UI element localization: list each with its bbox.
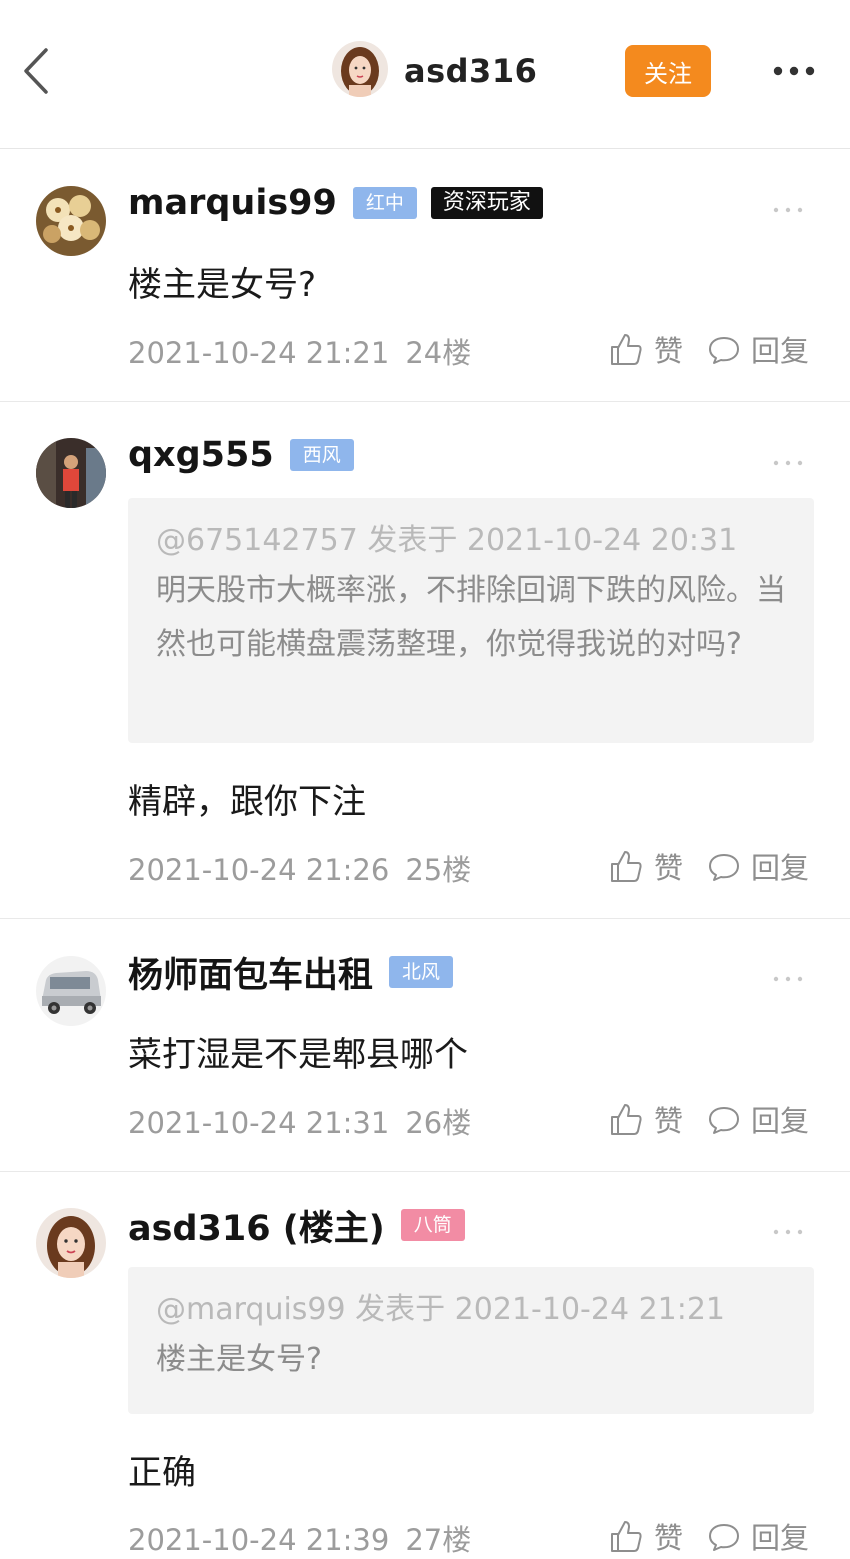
like-label: 赞 [654, 1104, 684, 1138]
floor-number: 25楼 [405, 853, 472, 887]
like-button[interactable]: 赞 [608, 328, 683, 370]
quote-header: @675142757 发表于 2021-10-24 20:31 [156, 523, 738, 558]
reply-post: marquis99 红中 资深玩家 楼主是女号? 2021-10-24 21:2… [0, 149, 850, 402]
reply-button[interactable]: 回复 [707, 1098, 809, 1140]
post-more-icon[interactable] [772, 1222, 804, 1235]
like-label: 赞 [654, 334, 684, 368]
author-name[interactable]: asd316 [404, 52, 537, 90]
more-options-icon[interactable] [766, 58, 822, 84]
thumbs-up-icon [611, 1521, 642, 1552]
quoted-post[interactable]: @675142757 发表于 2021-10-24 20:31 明天股市大概率涨… [128, 498, 814, 743]
reply-post: qxg555 西风 @675142757 发表于 2021-10-24 20:3… [0, 402, 850, 919]
like-label: 赞 [654, 851, 684, 885]
quote-header: @marquis99 发表于 2021-10-24 21:21 [156, 1292, 726, 1327]
post-content: 正确 [128, 1453, 196, 1493]
title-badge: 资深玩家 [430, 187, 543, 219]
top-bar: asd316 关注 [0, 0, 850, 149]
reply-button[interactable]: 回复 [707, 845, 809, 887]
quote-text: 楼主是女号? [156, 1342, 322, 1377]
post-meta: 2021-10-24 21:31 26楼 [128, 1100, 471, 1142]
post-more-icon[interactable] [772, 200, 804, 213]
post-time: 2021-10-24 21:21 [128, 336, 390, 370]
post-meta: 2021-10-24 21:21 24楼 [128, 330, 471, 372]
username[interactable]: qxg555 [128, 435, 274, 475]
level-badge: 红中 [352, 187, 417, 219]
thumbs-up-icon [611, 1104, 642, 1135]
reply-post: 杨师面包车出租 北风 菜打湿是不是郫县哪个 2021-10-24 21:31 26… [0, 919, 850, 1172]
post-content: 精辟，跟你下注 [128, 782, 366, 822]
quote-text: 明天股市大概率涨，不排除回调下跌的风险。当然也可能横盘震荡整理，你觉得我说的对吗… [156, 573, 786, 662]
floor-number: 24楼 [405, 336, 472, 370]
username[interactable]: 杨师面包车出租 [128, 947, 373, 998]
post-header: asd316 (楼主) 八筒 [128, 1205, 479, 1249]
reply-label: 回复 [751, 334, 810, 368]
post-actions: 赞 回复 [608, 845, 809, 887]
level-badge: 八筒 [400, 1209, 465, 1241]
post-header: 杨师面包车出租 北风 [128, 952, 467, 996]
level-badge: 西风 [289, 439, 354, 471]
quoted-post[interactable]: @marquis99 发表于 2021-10-24 21:21 楼主是女号? [128, 1267, 814, 1414]
avatar[interactable] [36, 438, 106, 508]
floor-number: 27楼 [405, 1523, 472, 1557]
username[interactable]: marquis99 [128, 183, 337, 223]
comment-icon [709, 1107, 740, 1134]
back-icon[interactable] [20, 46, 56, 96]
post-header: marquis99 红中 资深玩家 [128, 183, 557, 223]
post-more-icon[interactable] [772, 453, 804, 466]
reply-post: asd316 (楼主) 八筒 @marquis99 发表于 2021-10-24… [0, 1172, 850, 1557]
post-actions: 赞 回复 [608, 328, 809, 370]
comment-icon [709, 337, 740, 364]
like-button[interactable]: 赞 [608, 845, 683, 887]
post-time: 2021-10-24 21:26 [128, 853, 390, 887]
post-meta: 2021-10-24 21:26 25楼 [128, 847, 471, 889]
reply-button[interactable]: 回复 [707, 328, 809, 370]
comment-icon [709, 1524, 740, 1551]
follow-button[interactable]: 关注 [625, 45, 711, 97]
thumbs-up-icon [611, 334, 642, 365]
thumbs-up-icon [611, 851, 642, 882]
avatar[interactable] [36, 956, 106, 1026]
post-content: 楼主是女号? [128, 265, 317, 305]
post-actions: 赞 回复 [608, 1098, 809, 1140]
post-more-icon[interactable] [772, 969, 804, 982]
post-time: 2021-10-24 21:39 [128, 1523, 390, 1557]
comment-icon [709, 854, 740, 881]
reply-label: 回复 [751, 851, 810, 885]
post-content: 菜打湿是不是郫县哪个 [128, 1035, 468, 1075]
reply-label: 回复 [751, 1104, 810, 1138]
post-header: qxg555 西风 [128, 435, 368, 475]
author-avatar[interactable] [332, 41, 388, 97]
avatar[interactable] [36, 186, 106, 256]
floor-number: 26楼 [405, 1106, 472, 1140]
avatar[interactable] [36, 1208, 106, 1278]
username[interactable]: asd316 (楼主) [128, 1200, 385, 1251]
post-time: 2021-10-24 21:31 [128, 1106, 390, 1140]
like-button[interactable]: 赞 [608, 1098, 683, 1140]
level-badge: 北风 [389, 956, 454, 988]
post-meta: 2021-10-24 21:39 27楼 [128, 1517, 471, 1559]
